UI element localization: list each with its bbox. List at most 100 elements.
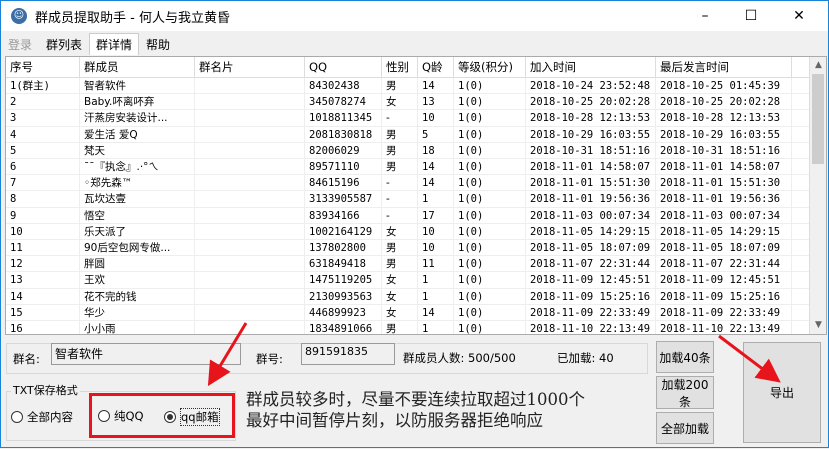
- tab-help[interactable]: 帮助: [139, 33, 177, 55]
- table-cell: 2018-11-05 14:29:15: [526, 223, 656, 240]
- table-row[interactable]: 10 乐天派了 1002164129 女 10 1(0) 2018-11-05 14:29:…: [6, 223, 810, 241]
- tab-group-list[interactable]: 群列表: [39, 33, 89, 55]
- table-cell: Baby.吥离吥弃: [80, 94, 195, 110]
- maximize-button[interactable]: ☐: [728, 1, 774, 31]
- table-cell: 爱生活 爱Q: [80, 126, 195, 142]
- table-cell: 7: [6, 175, 80, 191]
- scroll-down-icon[interactable]: ▼: [810, 317, 826, 334]
- table-row[interactable]: 4 爱生活 爱Q 2081830818 男 5 1(0) 2018-10-29 16:03:…: [6, 126, 810, 143]
- radio-icon[interactable]: [98, 410, 110, 422]
- table-cell: 2018-11-09 15:25:16: [526, 288, 656, 304]
- radio-qq-email[interactable]: qq邮箱: [164, 408, 220, 426]
- load-200-button[interactable]: 加载200条: [656, 376, 714, 409]
- table-row[interactable]: 14 花不完的钱 2130993563 女 1 1(0) 2018-11-09 15:25:…: [6, 288, 810, 305]
- table-cell: [195, 110, 305, 126]
- table-cell: [195, 207, 305, 223]
- table-cell: 男: [382, 126, 418, 142]
- table-row[interactable]: 15 华少 446899923 女 14 1(0) 2018-11-09 22:33:49 2…: [6, 304, 810, 322]
- table-cell: 2018-11-07 22:31:44: [656, 256, 792, 272]
- table-cell: 花不完的钱: [80, 288, 195, 304]
- table-cell: 446899923: [305, 304, 382, 321]
- column-header[interactable]: 序号: [6, 57, 80, 77]
- table-cell: 2018-11-01 15:51:30: [526, 175, 656, 191]
- table-cell: 2018-11-09 15:25:16: [656, 288, 792, 304]
- table-cell: 2: [6, 94, 80, 110]
- column-header[interactable]: 加入时间: [526, 57, 656, 77]
- table-cell: 王欢: [80, 272, 195, 288]
- table-cell: 10: [418, 240, 454, 256]
- table-cell: -: [382, 191, 418, 207]
- vertical-scrollbar[interactable]: ▲ ▼: [809, 57, 826, 334]
- table-cell: 1(0): [454, 159, 526, 175]
- table-row[interactable]: 7 ◦郑先森™ 84615196-14 1(0) 2018-11-01 15:51:30…: [6, 175, 810, 192]
- table-row[interactable]: 3 汗蒸房安装设计... 1018811345-10 1(0) 2018-10-28 1…: [6, 110, 810, 127]
- table-cell: 8: [6, 191, 80, 207]
- group-id-field[interactable]: 891591835: [301, 343, 395, 365]
- table-row[interactable]: 6 ¯¯『执念』.·°ㄟ 89571110 男 14 1(0) 2018-11-01 14:…: [6, 159, 810, 176]
- column-header[interactable]: 性别: [382, 57, 418, 77]
- table-cell: 2018-10-31 18:51:16: [656, 142, 792, 159]
- tab-bar: 登录 群列表 群详情 帮助: [1, 33, 177, 55]
- load-all-button[interactable]: 全部加载: [656, 412, 714, 444]
- table-cell: [195, 288, 305, 304]
- table-cell: 1(0): [454, 256, 526, 272]
- table-row[interactable]: 12 胖圆 631849418 男 11 1(0) 2018-11-07 22:31:44 2…: [6, 256, 810, 273]
- table-row[interactable]: 5 梵天 82006029 男 18 1(0) 2018-10-31 18:51:16 201…: [6, 142, 810, 160]
- scroll-up-icon[interactable]: ▲: [810, 57, 826, 74]
- close-button[interactable]: ✕: [776, 1, 822, 31]
- table-cell: 12: [6, 256, 80, 272]
- scrollbar-thumb[interactable]: [812, 74, 824, 164]
- column-header[interactable]: 群成员: [80, 57, 195, 77]
- group-name-field[interactable]: 智者软件: [51, 343, 241, 365]
- table-row[interactable]: 16 小小雨 1834891066 男 1 1(0) 2018-11-10 22:13:49…: [6, 321, 810, 334]
- column-header[interactable]: Q龄: [418, 57, 454, 77]
- load-40-button[interactable]: 加载40条: [656, 341, 714, 373]
- app-icon: ☺: [11, 8, 27, 24]
- radio-qq-only[interactable]: 纯QQ: [98, 408, 144, 424]
- column-header[interactable]: QQ: [305, 57, 382, 77]
- table-cell: 1(0): [454, 94, 526, 110]
- table-cell: 82006029: [305, 142, 382, 159]
- group-id-label: 群号:: [256, 352, 283, 366]
- table-cell: 83934166: [305, 207, 382, 223]
- column-header[interactable]: 群名片: [195, 57, 305, 77]
- table-row[interactable]: 13 王欢 1475119205 女 1 1(0) 2018-11-09 12:45:51 2…: [6, 272, 810, 289]
- radio-selected-icon[interactable]: [164, 411, 176, 423]
- table-cell: 3: [6, 110, 80, 126]
- window-title: 群成员提取助手 - 何人与我立黄昏: [35, 10, 230, 26]
- table-cell: 1(0): [454, 240, 526, 256]
- main-window: ☺ 群成员提取助手 - 何人与我立黄昏 – ☐ ✕ 登录 群列表 群详情 帮助 …: [0, 0, 829, 448]
- minimize-button[interactable]: –: [682, 1, 728, 31]
- table-cell: 2018-11-01 14:58:07: [656, 159, 792, 175]
- member-table: 序号 群成员 群名片 QQ 性别 Q龄 等级(积分) 加入时间 最后发言时间 1(群主) 智者软件…: [5, 56, 827, 335]
- table-cell: 2018-11-01 14:58:07: [526, 159, 656, 175]
- table-cell: ◦郑先森™: [80, 175, 195, 191]
- table-row[interactable]: 2 Baby.吥离吥弃 345078274 女 13 1(0) 2018-10-25 20:…: [6, 94, 810, 111]
- table-cell: 1(0): [454, 207, 526, 223]
- table-cell: 2018-10-29 16:03:55: [526, 126, 656, 142]
- table-cell: [195, 223, 305, 240]
- tab-login[interactable]: 登录: [1, 33, 39, 55]
- table-cell: 14: [418, 304, 454, 321]
- column-header[interactable]: 最后发言时间: [656, 57, 792, 77]
- table-row[interactable]: 9 悟空 83934166-17 1(0) 2018-11-03 00:07:34 201…: [6, 207, 810, 224]
- loaded-count: 已加载: 40: [557, 351, 614, 365]
- table-row[interactable]: 11 90后空包网专做... 137802800 男 10 1(0) 2018-11-05 …: [6, 240, 810, 257]
- table-cell: [195, 191, 305, 207]
- column-header[interactable]: 等级(积分): [454, 57, 526, 77]
- table-cell: 14: [6, 288, 80, 304]
- radio-all-content[interactable]: 全部内容: [11, 409, 73, 425]
- table-cell: 1: [418, 321, 454, 334]
- tab-group-detail[interactable]: 群详情: [89, 33, 140, 55]
- table-cell: 5: [418, 126, 454, 142]
- table-row[interactable]: 8 瓦坎达壹 3133905587-1 1(0) 2018-11-01 19:56:36…: [6, 191, 810, 208]
- export-button[interactable]: 导出: [743, 342, 821, 443]
- table-cell: -: [382, 207, 418, 223]
- radio-icon[interactable]: [11, 411, 23, 423]
- table-cell: 89571110: [305, 159, 382, 175]
- table-cell: 女: [382, 223, 418, 240]
- table-cell: 男: [382, 159, 418, 175]
- table-row[interactable]: 1(群主) 智者软件 84302438 男 14 1(0) 2018-10-24 23:52…: [6, 78, 810, 95]
- table-cell: 乐天派了: [80, 223, 195, 240]
- table-cell: 2018-11-05 18:07:09: [656, 240, 792, 256]
